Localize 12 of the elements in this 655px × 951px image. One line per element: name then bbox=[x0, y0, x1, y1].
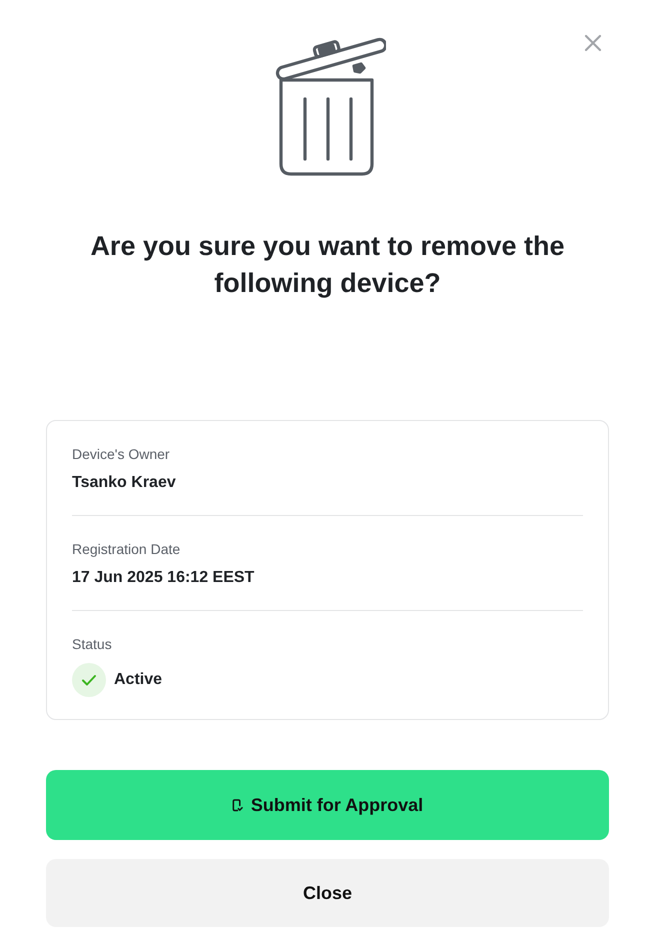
field-label: Registration Date bbox=[72, 540, 182, 558]
field-label: Status bbox=[72, 635, 113, 653]
submit-button[interactable]: Submit for Approval bbox=[46, 770, 609, 840]
dialog-title: Are you sure you want to remove the following device? bbox=[89, 230, 566, 300]
check-icon bbox=[72, 663, 106, 697]
field-value: Tsanko Kraev bbox=[72, 473, 177, 493]
status-value: Active bbox=[114, 670, 162, 690]
field-value: 17 Jun 2025 16:12 EEST bbox=[72, 568, 256, 588]
close-icon[interactable] bbox=[583, 33, 603, 53]
phone-check-icon bbox=[232, 798, 243, 812]
field-label: Device's Owner bbox=[72, 445, 171, 463]
close-button[interactable]: Close bbox=[46, 859, 609, 927]
